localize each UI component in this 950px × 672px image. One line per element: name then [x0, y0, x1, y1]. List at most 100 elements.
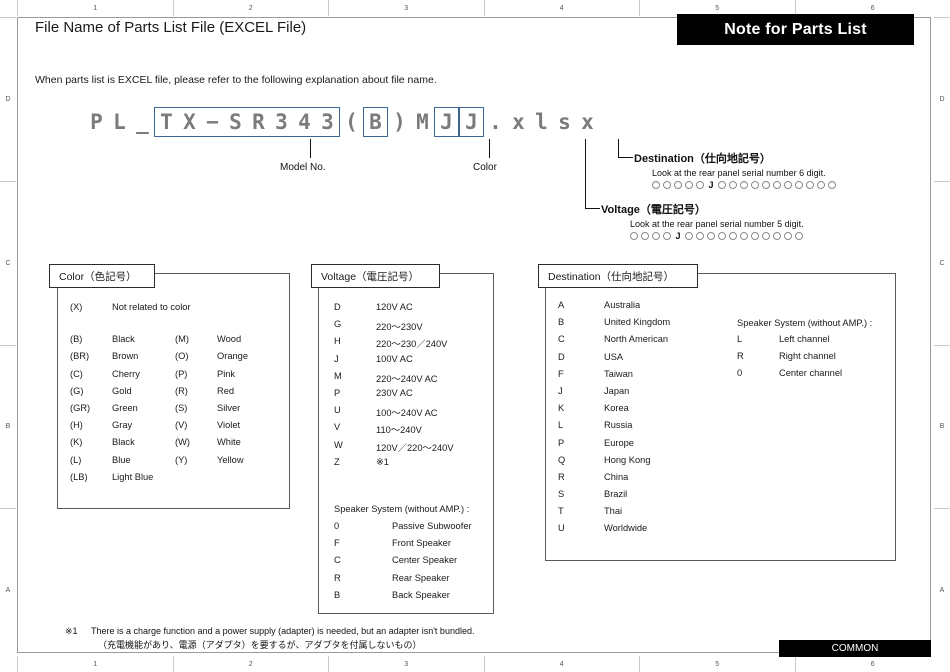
ruler-left-tick: D: [0, 18, 16, 182]
legend-name: Orange: [217, 351, 249, 362]
legend-name: Front Speaker: [392, 538, 451, 549]
legend-name: Cherry: [112, 368, 140, 379]
legend-code: T: [558, 506, 564, 517]
legend-row: (K) Black: [70, 437, 153, 454]
serial-digit-circle: [740, 232, 748, 240]
legend-name: 110～240V: [376, 425, 422, 436]
ruler-right-tick: D: [934, 18, 950, 182]
legend-name: Brazil: [604, 489, 628, 500]
ruler-bottom: 1 2 3 4 5 6: [0, 656, 950, 672]
legend-name: 220～240V AC: [376, 373, 438, 384]
legend-code: G: [334, 319, 342, 330]
ruler-bottom-tick: 4: [485, 656, 640, 672]
legend-code: Q: [558, 454, 566, 465]
legend-name: North American: [604, 334, 669, 345]
serial-digit-circle: [795, 232, 803, 240]
legend-code: (B): [70, 334, 83, 345]
ruler-bottom-tick: 6: [870, 660, 875, 668]
legend-name: Violet: [217, 420, 241, 431]
serial-digit-circle: [729, 181, 737, 189]
legend-name: Brown: [112, 351, 139, 362]
serial-digit-circle: [652, 181, 660, 189]
filename-char: (: [345, 110, 358, 134]
legend-row: A Australia: [558, 300, 758, 317]
ruler-bottom-tick: 3: [329, 656, 485, 672]
serial-digit-circle: [806, 181, 814, 189]
legend-code: (X): [70, 302, 83, 312]
serial-digit-circle: [828, 181, 836, 189]
legend-name: 220～230V: [376, 322, 423, 333]
speaker-system-title: Speaker System (without AMP.) :: [737, 318, 873, 328]
legend-code: Z: [334, 456, 340, 467]
legend-code: (W): [175, 437, 190, 448]
legend-code: (V): [175, 420, 188, 431]
legend-row: U Worldwide: [558, 523, 758, 540]
legend-row: F Taiwan: [558, 369, 758, 386]
legend-row: D USA: [558, 352, 758, 369]
leader-line-destination-h: [618, 157, 633, 158]
filename-char: x: [512, 110, 525, 134]
destination-serial-digits: J: [652, 180, 836, 190]
ruler-right-corner: [934, 0, 950, 18]
legend-code: W: [334, 439, 343, 450]
legend-name: 100～240V AC: [376, 408, 438, 419]
serial-digit-circle: [663, 232, 671, 240]
filename-char: s: [558, 110, 571, 134]
legend-name: Not related to color: [112, 302, 191, 312]
legend-name: Gray: [112, 420, 133, 431]
legend-row: (W) White: [175, 437, 248, 454]
serial-digit-circle: [817, 181, 825, 189]
legend-name: White: [217, 437, 241, 448]
legend-row: (LB) Light Blue: [70, 472, 153, 489]
note-banner: Note for Parts List: [677, 14, 914, 45]
legend-name: Center Speaker: [392, 555, 458, 566]
ruler-left-tick: C: [0, 182, 16, 346]
filename-char: −: [206, 110, 219, 134]
voltage-legend-body: D 120V AC G 220～230V H 220～230／240V J 100V A…: [334, 302, 494, 474]
filename-char: T: [160, 110, 173, 134]
legend-column-1: (B) Black (BR) Brown (C) Cherry (G) Gold (GR…: [70, 334, 153, 489]
legend-code: (L): [70, 454, 82, 465]
legend-row: R Right channel: [737, 351, 937, 368]
legend-name: 120V AC: [376, 302, 413, 312]
leader-line-color: [489, 139, 490, 158]
filename-char: B: [369, 110, 382, 134]
serial-digit-circle: [718, 181, 726, 189]
legend-row: (BR) Brown: [70, 351, 153, 368]
filename-char: ): [393, 110, 406, 134]
legend-name: Russia: [604, 420, 633, 431]
legend-row: U 100～240V AC: [334, 405, 494, 422]
serial-digit-circle: [663, 181, 671, 189]
legend-code: P: [334, 387, 341, 398]
legend-name: Light Blue: [112, 471, 154, 482]
legend-row: Z ※1: [334, 457, 494, 474]
legend-code: R: [558, 471, 565, 482]
footnote-text-en: There is a charge function and a power s…: [91, 626, 475, 636]
legend-row: P 230V AC: [334, 388, 494, 405]
legend-name: 230V AC: [376, 387, 413, 398]
legend-row: C North American: [558, 334, 758, 351]
filename-char: S: [229, 110, 242, 134]
legend-code: L: [558, 420, 564, 431]
callout-destination-label: Destination（仕向地記号）: [634, 153, 771, 165]
legend-row: (G) Gold: [70, 386, 153, 403]
legend-code: D: [558, 351, 565, 362]
serial-digit-circle: [762, 232, 770, 240]
serial-digit-circle: [685, 232, 693, 240]
filename-char: P: [90, 110, 103, 134]
legend-row: (C) Cherry: [70, 369, 153, 386]
ruler-right-tick: A: [939, 587, 945, 595]
legend-row: (M) Wood: [175, 334, 248, 351]
legend-name: Center channel: [779, 368, 843, 379]
legend-code: F: [334, 538, 340, 549]
legend-code: J: [558, 385, 563, 396]
ruler-bottom-tick: 1: [18, 656, 174, 672]
leader-line-voltage-v: [585, 139, 586, 208]
legend-code: J: [334, 353, 339, 364]
legend-name: China: [604, 471, 629, 482]
legend-code: (C): [70, 368, 83, 379]
legend-row: (P) Pink: [175, 369, 248, 386]
ruler-bottom-tick: 5: [640, 656, 796, 672]
legend-code: R: [737, 351, 744, 362]
serial-digit-circle: [784, 181, 792, 189]
